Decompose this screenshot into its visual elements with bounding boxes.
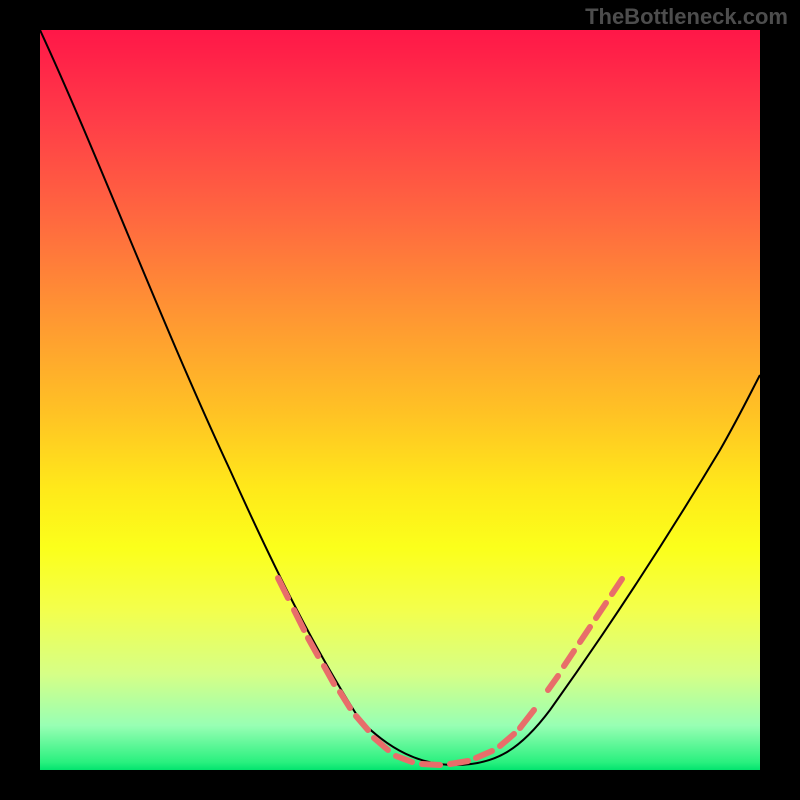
- plot-overlay: [40, 30, 760, 770]
- watermark-text: TheBottleneck.com: [585, 4, 788, 30]
- bottleneck-curve: [40, 30, 760, 765]
- chart-container: TheBottleneck.com: [0, 0, 800, 800]
- marker-group: [278, 578, 622, 765]
